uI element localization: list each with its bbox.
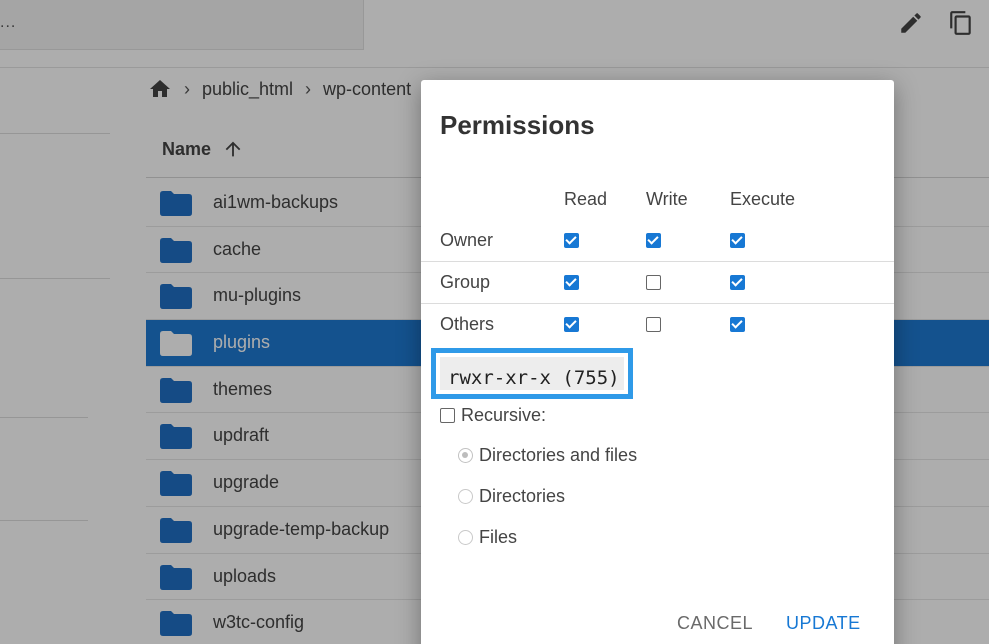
recursive-radio-option[interactable]: Files xyxy=(458,525,517,549)
recursive-label: Recursive: xyxy=(461,404,547,425)
permission-row-label: Others xyxy=(440,314,495,334)
execute-checkbox[interactable] xyxy=(730,233,745,248)
execute-checkbox[interactable] xyxy=(730,317,745,332)
mode-field: rwxr-xr-x (755) xyxy=(440,357,624,390)
read-checkbox[interactable] xyxy=(564,317,579,332)
write-checkbox[interactable] xyxy=(646,233,661,248)
permission-row-label: Group xyxy=(440,272,491,292)
column-write: Write xyxy=(646,189,688,209)
permissions-dialog: Permissions Read Write Execute Owner Grou… xyxy=(421,80,894,644)
recursive-radio-option[interactable]: Directories xyxy=(458,484,565,508)
permission-row-owner: Owner xyxy=(421,220,894,262)
permission-row-group: Group xyxy=(421,261,894,303)
permission-row-others: Others xyxy=(421,303,894,345)
radio-label: Files xyxy=(479,526,518,547)
write-checkbox[interactable] xyxy=(646,317,661,332)
radio-button[interactable] xyxy=(458,529,473,545)
column-execute: Execute xyxy=(730,189,796,209)
read-checkbox[interactable] xyxy=(564,233,579,248)
radio-label: Directories and files xyxy=(479,444,638,465)
cancel-button[interactable]: CANCEL xyxy=(677,613,753,634)
recursive-checkbox[interactable] xyxy=(440,407,455,423)
execute-checkbox[interactable] xyxy=(730,275,745,290)
update-button[interactable]: UPDATE xyxy=(786,613,861,634)
radio-button[interactable] xyxy=(458,488,473,504)
mode-string: rwxr-xr-x (755) xyxy=(448,367,620,389)
column-read: Read xyxy=(564,189,608,209)
recursive-radio-option[interactable]: Directories and files xyxy=(458,443,637,467)
read-checkbox[interactable] xyxy=(564,275,579,290)
recursive-option[interactable]: Recursive: xyxy=(440,404,546,426)
permission-row-label: Owner xyxy=(440,230,494,250)
radio-button[interactable] xyxy=(458,447,473,463)
mode-highlight: rwxr-xr-x (755) xyxy=(431,348,633,399)
dialog-title: Permissions xyxy=(440,110,595,140)
write-checkbox[interactable] xyxy=(646,275,661,290)
radio-label: Directories xyxy=(479,485,566,506)
